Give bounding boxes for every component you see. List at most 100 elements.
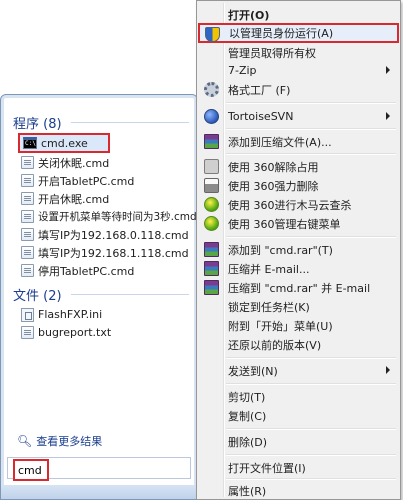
winrar-icon <box>204 242 219 257</box>
menu-separator <box>226 236 396 237</box>
file-item[interactable]: bugreport.txt <box>21 324 111 341</box>
text-file-icon <box>21 326 34 339</box>
start-menu-panel: 程序 (8) C:\ cmd.exe 关闭休眠.cmd 开启TabletPC.c… <box>0 94 198 500</box>
menu-item-pin-taskbar[interactable]: 锁定到任务栏(K) <box>199 297 398 316</box>
360-scan-icon <box>204 197 219 212</box>
script-file-icon <box>21 264 34 277</box>
menu-item-add-to-archive[interactable]: 添加到压缩文件(A)... <box>199 132 398 151</box>
program-label: 开启TabletPC.cmd <box>38 174 135 188</box>
menu-item-format-factory[interactable]: 格式工厂 (F) <box>199 80 398 99</box>
menu-item-compress-cmd-rar-email[interactable]: 压缩到 "cmd.rar" 并 E-mail <box>199 278 398 297</box>
menu-item-360-unlock[interactable]: 使用 360解除占用 <box>199 157 398 176</box>
menu-item-delete[interactable]: 删除(D) <box>199 432 398 451</box>
program-item-cmd[interactable]: C:\ cmd.exe <box>18 133 110 153</box>
menu-separator <box>226 478 396 479</box>
tortoisesvn-icon <box>204 109 219 124</box>
menu-label: 以管理员身份运行(A) <box>229 27 334 40</box>
start-menu-footer <box>1 485 197 499</box>
menu-label: 复制(C) <box>228 409 267 423</box>
menu-item-open-file-location[interactable]: 打开文件位置(I) <box>199 458 398 477</box>
uac-shield-icon <box>205 27 220 42</box>
program-item[interactable]: 开启TabletPC.cmd <box>21 172 134 189</box>
program-item[interactable]: 填写IP为192.168.0.118.cmd <box>21 226 189 243</box>
menu-label: 管理员取得所有权 <box>228 46 316 60</box>
menu-item-send-to[interactable]: 发送到(N) <box>199 361 398 380</box>
program-item[interactable]: 开启休眠.cmd <box>21 190 109 207</box>
menu-label: 使用 360强力删除 <box>228 179 319 193</box>
menu-label: 添加到 "cmd.rar"(T) <box>228 243 333 257</box>
menu-label: 剪切(T) <box>228 390 266 404</box>
360-shred-icon <box>204 178 219 193</box>
menu-item-compress-email[interactable]: 压缩并 E-mail... <box>199 259 398 278</box>
submenu-arrow-icon <box>386 66 390 74</box>
menu-label: TortoiseSVN <box>228 110 294 123</box>
menu-separator <box>226 383 396 384</box>
see-more-results-link[interactable]: 🔍︎ 查看更多结果 <box>17 433 102 449</box>
winrar-icon <box>204 280 219 295</box>
360-scan-icon <box>204 216 219 231</box>
menu-item-copy[interactable]: 复制(C) <box>199 406 398 425</box>
submenu-arrow-icon <box>386 366 390 374</box>
format-factory-icon <box>204 82 219 97</box>
menu-label: 格式工厂 (F) <box>228 83 291 97</box>
script-file-icon <box>21 210 34 223</box>
menu-item-open[interactable]: 打开(O) <box>199 5 398 24</box>
program-item[interactable]: 停用TabletPC.cmd <box>21 262 134 279</box>
program-item[interactable]: 关闭休眠.cmd <box>21 154 109 171</box>
menu-label: 发送到(N) <box>228 364 278 378</box>
see-more-label: 查看更多结果 <box>36 435 103 448</box>
menu-item-take-ownership[interactable]: 管理员取得所有权 <box>199 43 398 62</box>
menu-separator <box>226 428 396 429</box>
menu-item-7zip[interactable]: 7-Zip <box>199 61 398 80</box>
menu-item-360-scan[interactable]: 使用 360进行木马云查杀 <box>199 195 398 214</box>
menu-label: 打开文件位置(I) <box>228 461 306 475</box>
programs-header: 程序 (8) <box>13 117 62 132</box>
menu-item-tortoisesvn[interactable]: TortoiseSVN <box>199 107 398 126</box>
submenu-arrow-icon <box>386 112 390 120</box>
menu-label: 使用 360管理右键菜单 <box>228 217 341 231</box>
menu-item-add-to-cmd-rar[interactable]: 添加到 "cmd.rar"(T) <box>199 240 398 259</box>
menu-item-properties[interactable]: 属性(R) <box>199 481 398 500</box>
menu-separator <box>226 454 396 455</box>
menu-item-360-manage[interactable]: 使用 360管理右键菜单 <box>199 214 398 233</box>
menu-label: 还原以前的版本(V) <box>228 338 322 352</box>
menu-label: 使用 360进行木马云查杀 <box>228 198 352 212</box>
menu-item-cut[interactable]: 剪切(T) <box>199 387 398 406</box>
files-header: 文件 (2) <box>13 289 62 304</box>
menu-label: 属性(R) <box>228 484 267 498</box>
cmd-icon: C:\ <box>23 137 37 149</box>
menu-item-360-shred[interactable]: 使用 360强力删除 <box>199 176 398 195</box>
menu-label: 附到「开始」菜单(U) <box>228 319 333 333</box>
ini-file-icon <box>21 307 34 322</box>
program-label: 填写IP为192.168.0.118.cmd <box>38 228 189 242</box>
search-icon: 🔍︎ <box>17 434 33 448</box>
menu-item-run-as-admin[interactable]: 以管理员身份运行(A) <box>198 23 399 43</box>
program-item[interactable]: 设置开机菜单等待时间为3秒.cmd <box>21 208 197 225</box>
search-input[interactable] <box>13 459 49 481</box>
script-file-icon <box>21 174 34 187</box>
menu-label: 压缩到 "cmd.rar" 并 E-mail <box>228 281 371 295</box>
program-item[interactable]: 填写IP为192.168.1.118.cmd <box>21 244 189 261</box>
script-file-icon <box>21 246 34 259</box>
menu-label: 删除(D) <box>228 435 268 449</box>
program-label: cmd.exe <box>41 136 88 150</box>
program-label: 开启休眠.cmd <box>38 192 110 206</box>
menu-label: 7-Zip <box>228 64 257 77</box>
context-menu: 打开(O) 以管理员身份运行(A) 管理员取得所有权 7-Zip 格式工厂 (F… <box>196 0 401 500</box>
menu-label: 锁定到任务栏(K) <box>228 300 310 314</box>
menu-label: 添加到压缩文件(A)... <box>228 135 332 149</box>
menu-label: 压缩并 E-mail... <box>228 262 310 276</box>
programs-divider <box>71 122 189 123</box>
script-file-icon <box>21 192 34 205</box>
360-icon <box>204 159 219 174</box>
file-label: FlashFXP.ini <box>38 308 103 321</box>
menu-separator <box>226 357 396 358</box>
menu-item-restore-versions[interactable]: 还原以前的版本(V) <box>199 335 398 354</box>
program-label: 停用TabletPC.cmd <box>38 264 135 278</box>
menu-separator <box>226 102 396 103</box>
program-label: 填写IP为192.168.1.118.cmd <box>38 246 189 260</box>
files-divider <box>71 294 189 295</box>
file-item[interactable]: FlashFXP.ini <box>21 306 102 323</box>
menu-item-pin-start[interactable]: 附到「开始」菜单(U) <box>199 316 398 335</box>
menu-separator <box>226 153 396 154</box>
